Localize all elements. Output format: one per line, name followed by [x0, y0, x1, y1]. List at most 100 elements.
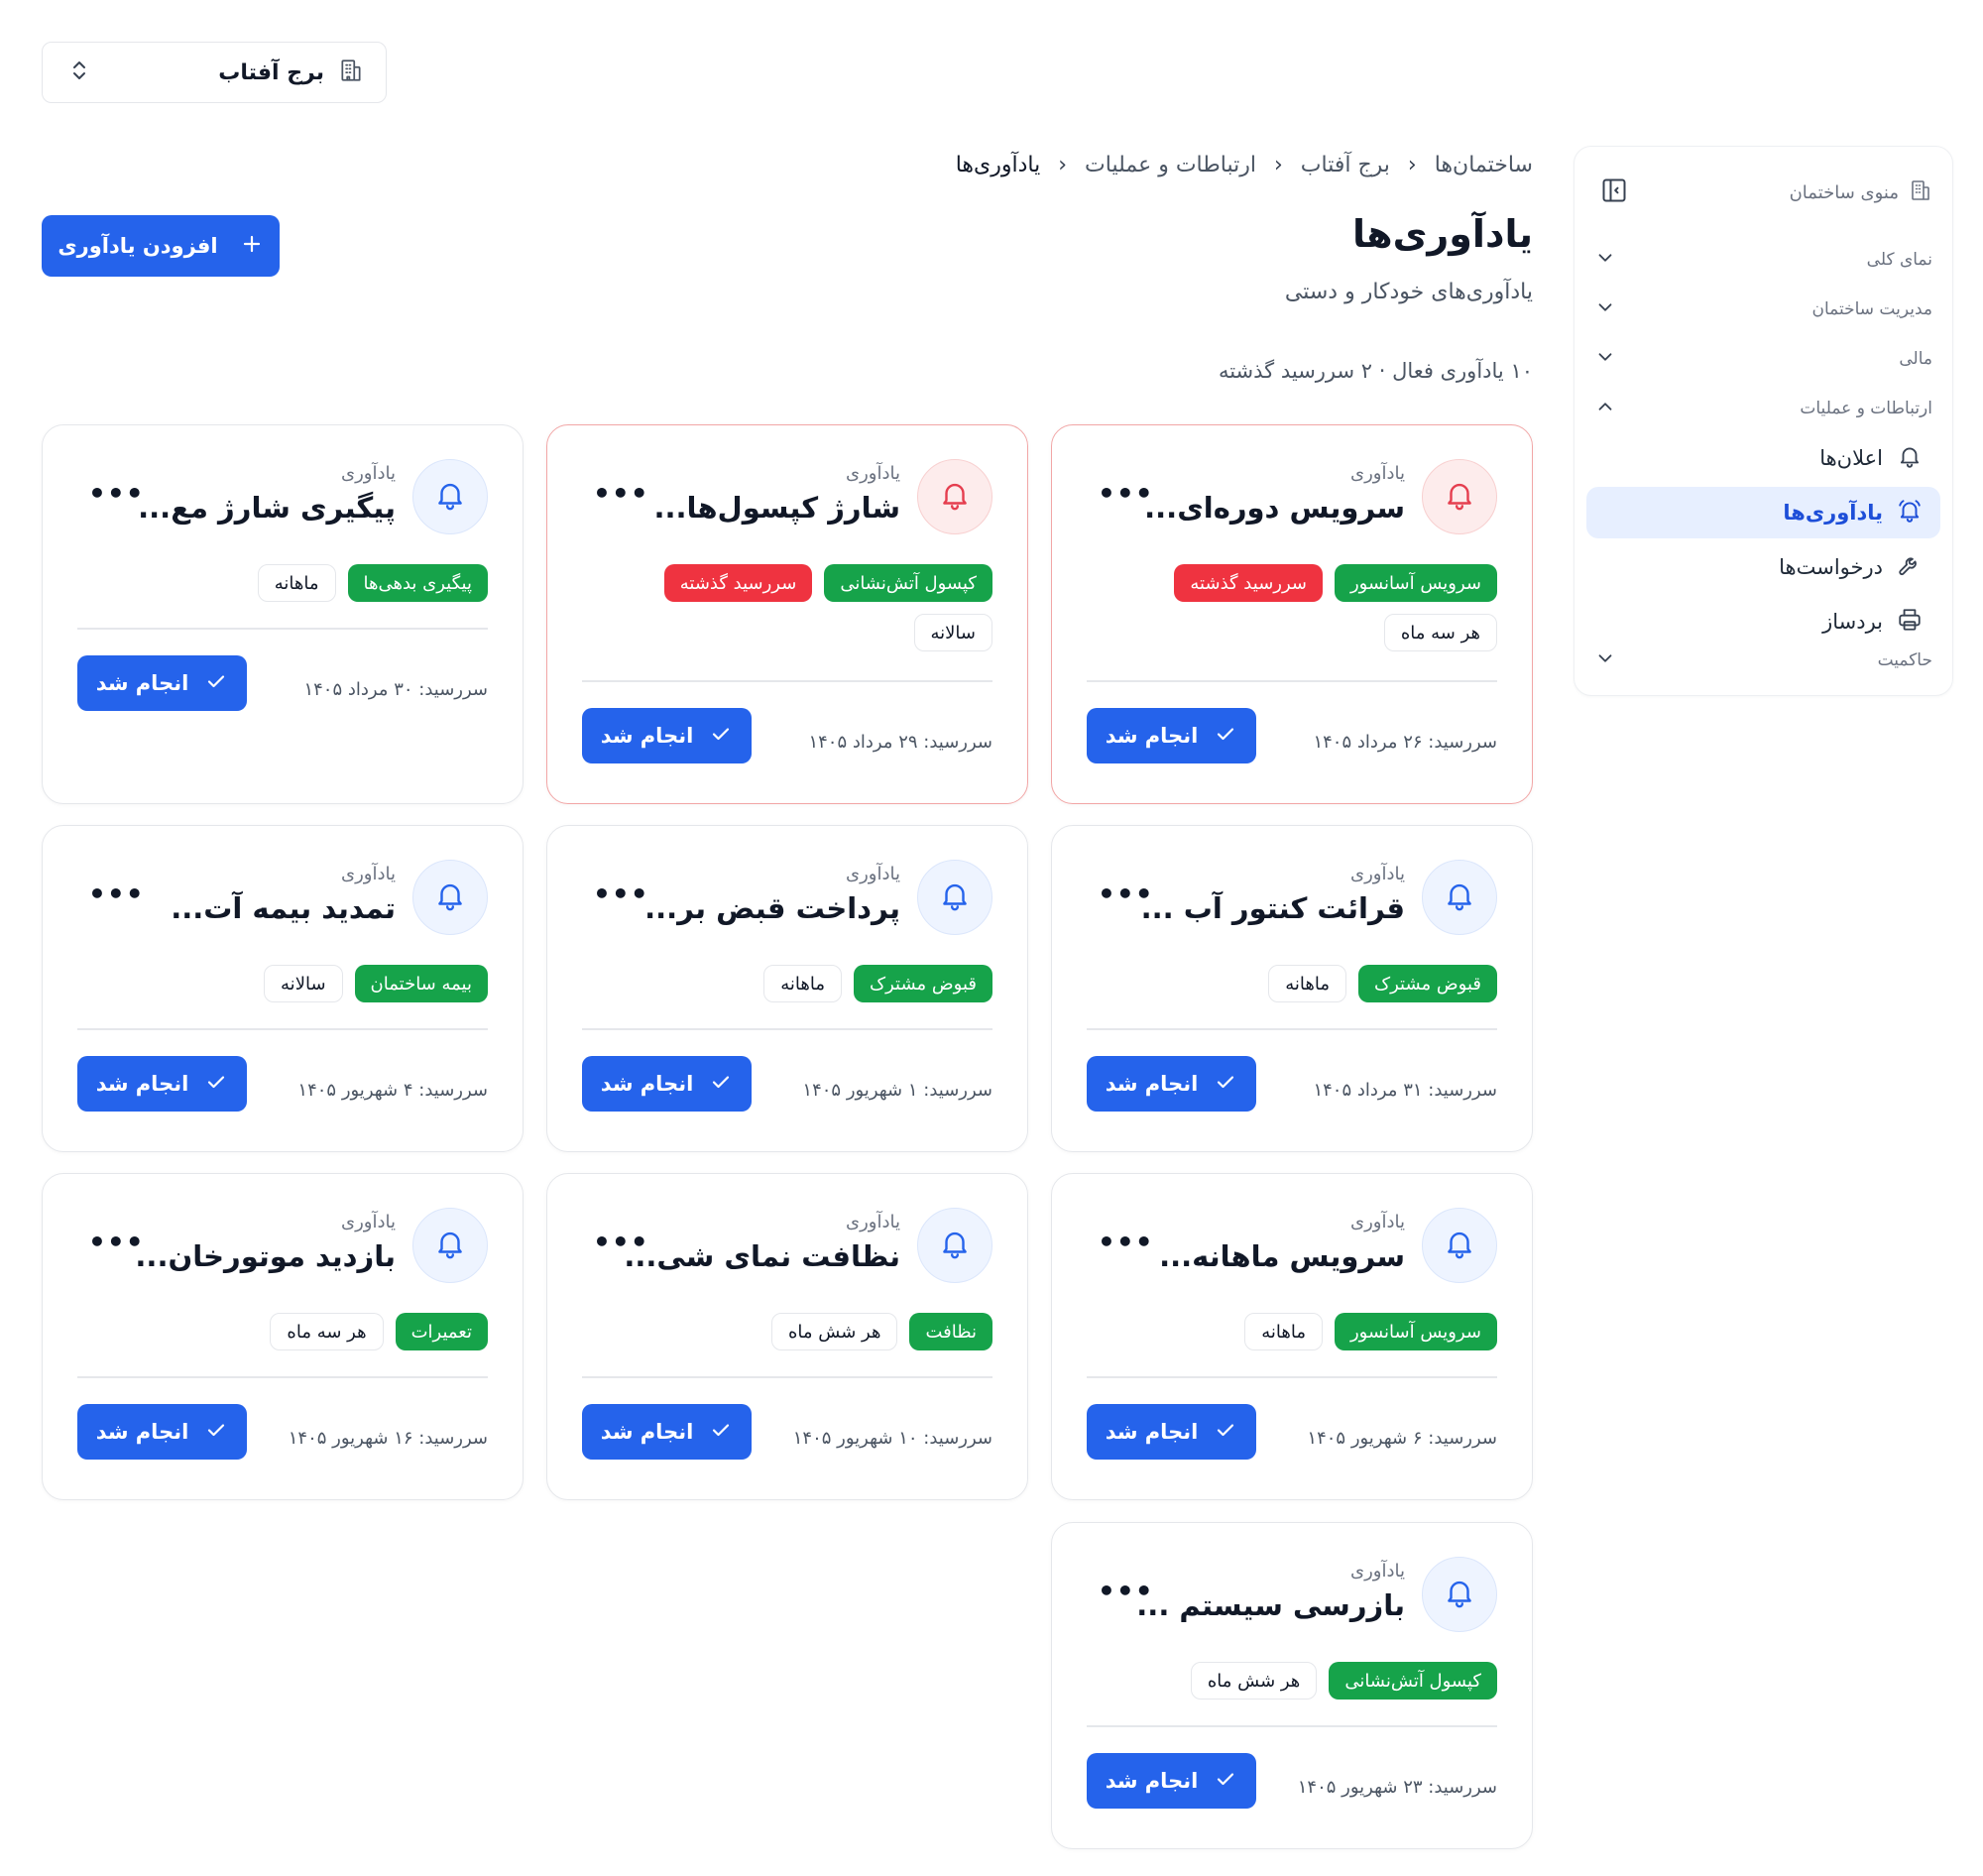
more-options-icon[interactable]: •••: [88, 878, 145, 910]
add-reminder-button[interactable]: افزودن یادآوری: [42, 215, 280, 277]
reminder-tag: نظافت: [909, 1313, 992, 1350]
more-options-icon[interactable]: •••: [593, 878, 649, 910]
sidebar-item-reminders[interactable]: یادآوری‌ها: [1586, 487, 1940, 538]
sidebar-section-label: مدیریت ساختمان: [1811, 299, 1932, 319]
reminder-bell-badge: [917, 1208, 992, 1283]
sidebar-section-communications[interactable]: ارتباطات و عملیات: [1594, 387, 1932, 430]
reminders-grid: یادآوری سرویس دوره‌ای... ••• سرویس آسانسور س…: [42, 424, 1533, 1852]
mark-done-button[interactable]: انجام شد: [582, 708, 752, 763]
more-options-icon[interactable]: •••: [1098, 477, 1154, 510]
mark-done-button[interactable]: انجام شد: [582, 1404, 752, 1460]
more-options-icon[interactable]: •••: [1098, 1575, 1154, 1607]
sidebar-item-label: درخواست‌ها: [1779, 555, 1883, 579]
mark-done-label: انجام شد: [1105, 1769, 1199, 1793]
reminder-card[interactable]: یادآوری نظافت نمای شی... ••• نظافت هر شش ماه…: [546, 1173, 1028, 1500]
reminder-tags: قبوض مشترک ماهانه: [1087, 965, 1497, 1002]
reminder-title: بازرسی سیستم ...: [1136, 1588, 1405, 1622]
chevron-down-icon: [1594, 647, 1616, 673]
mark-done-button[interactable]: انجام شد: [1087, 708, 1256, 763]
more-options-icon[interactable]: •••: [1098, 1226, 1154, 1258]
mark-done-button[interactable]: انجام شد: [1087, 1056, 1256, 1112]
sidebar-item-label: بردساز: [1822, 610, 1883, 634]
reminder-stats: ۱۰ یادآوری فعال · ۲ سررسید گذشته: [1218, 359, 1533, 383]
chevron-down-icon: [1594, 296, 1616, 322]
sidebar-section-label: حاکمیت: [1877, 650, 1932, 670]
reminder-tags: بیمه ساختمان سالانه: [77, 965, 488, 1002]
reminder-card[interactable]: یادآوری پرداخت قبض بر... ••• قبوض مشترک ماها…: [546, 825, 1028, 1152]
reminder-title: پیگیری شارژ مع...: [138, 491, 396, 525]
chevron-left-icon: ‹: [1058, 152, 1068, 177]
card-divider: [77, 1028, 488, 1030]
reminder-title: سرویس ماهانه...: [1159, 1239, 1405, 1273]
more-options-icon[interactable]: •••: [593, 1226, 649, 1258]
reminder-due-date: سررسید: ۲۶ مرداد ۱۴۰۵: [1313, 732, 1497, 753]
bell-icon: [433, 879, 467, 916]
reminder-due-date: سررسید: ۲۹ مرداد ۱۴۰۵: [808, 732, 992, 753]
chevron-down-icon: [1594, 247, 1616, 273]
reminder-kind: یادآوری: [1350, 1561, 1405, 1582]
add-reminder-label: افزودن یادآوری: [58, 234, 218, 258]
chevron-left-icon: ‹: [1273, 152, 1283, 177]
sidebar-collapse-button[interactable]: [1594, 173, 1634, 212]
reminder-card[interactable]: یادآوری سرویس دوره‌ای... ••• سرویس آسانسور س…: [1051, 424, 1533, 804]
breadcrumb-building[interactable]: برج آفتاب: [1301, 153, 1390, 177]
reminder-card[interactable]: یادآوری قرائت کنتور آب ... ••• قبوض مشترک ما…: [1051, 825, 1533, 1152]
reminder-card[interactable]: یادآوری پیگیری شارژ مع... ••• پیگیری بدهی‌ه…: [42, 424, 524, 804]
reminder-tags: تعمیرات هر سه ماه: [77, 1313, 488, 1350]
bell-icon: [1897, 443, 1923, 473]
bell-icon: [938, 1227, 972, 1264]
sidebar-item-announcements[interactable]: اعلان‌ها: [1586, 432, 1940, 484]
reminder-kind: یادآوری: [1350, 463, 1405, 484]
breadcrumb-buildings[interactable]: ساختمان‌ها: [1435, 153, 1533, 177]
mark-done-button[interactable]: انجام شد: [582, 1056, 752, 1112]
breadcrumb-communications[interactable]: ارتباطات و عملیات: [1085, 153, 1256, 177]
reminder-due-date: سررسید: ۳۱ مرداد ۱۴۰۵: [1313, 1080, 1497, 1101]
mark-done-label: انجام شد: [1105, 1072, 1199, 1096]
reminder-tag: کپسول آتش‌نشانی: [824, 564, 992, 602]
reminder-card[interactable]: یادآوری بازرسی سیستم ... ••• کپسول آتش‌نشان…: [1051, 1522, 1533, 1849]
building-selector[interactable]: برج آفتاب: [42, 42, 387, 103]
reminder-title: شارژ کپسول‌ها...: [653, 491, 901, 525]
sidebar-section-governance[interactable]: حاکمیت: [1594, 639, 1932, 682]
sidebar-section-overview[interactable]: نمای کلی: [1594, 238, 1932, 282]
mark-done-button[interactable]: انجام شد: [77, 1056, 247, 1112]
mark-done-label: انجام شد: [600, 1072, 694, 1096]
bell-icon: [1443, 879, 1476, 916]
plus-icon: [240, 232, 264, 261]
card-divider: [1087, 1376, 1497, 1378]
chevron-down-icon: [1594, 346, 1616, 372]
mark-done-label: انجام شد: [95, 1420, 189, 1444]
reminder-card[interactable]: یادآوری سرویس ماهانه... ••• سرویس آسانسور ما…: [1051, 1173, 1533, 1500]
mark-done-button[interactable]: انجام شد: [77, 1404, 247, 1460]
chevron-left-icon: ‹: [1407, 152, 1417, 177]
reminder-bell-badge: [1422, 459, 1497, 534]
reminder-card[interactable]: یادآوری شارژ کپسول‌ها... ••• کپسول آتش‌نشان…: [546, 424, 1028, 804]
mark-done-button[interactable]: انجام شد: [1087, 1753, 1256, 1809]
reminder-kind: یادآوری: [846, 463, 900, 484]
mark-done-button[interactable]: انجام شد: [77, 655, 247, 711]
reminder-tags: کپسول آتش‌نشانی سررسید گذشته سالانه: [582, 564, 992, 651]
sidebar-section-finance[interactable]: مالی: [1594, 337, 1932, 381]
more-options-icon[interactable]: •••: [1098, 878, 1154, 910]
reminder-kind: یادآوری: [1350, 1212, 1405, 1232]
mark-done-button[interactable]: انجام شد: [1087, 1404, 1256, 1460]
reminder-tags: نظافت هر شش ماه: [582, 1313, 992, 1350]
reminder-tag: قبوض مشترک: [854, 965, 992, 1002]
reminder-kind: یادآوری: [341, 1212, 396, 1232]
more-options-icon[interactable]: •••: [88, 477, 145, 510]
check-icon: [204, 1418, 228, 1447]
bell-icon: [938, 879, 972, 916]
mark-done-label: انجام شد: [1105, 1420, 1199, 1444]
reminder-kind: یادآوری: [341, 463, 396, 484]
sidebar-item-requests[interactable]: درخواست‌ها: [1586, 541, 1940, 593]
reminder-card[interactable]: یادآوری بازدید موتورخان... ••• تعمیرات هر سه…: [42, 1173, 524, 1500]
chevron-up-down-icon: [68, 58, 90, 87]
sidebar-section-building-management[interactable]: مدیریت ساختمان: [1594, 288, 1932, 331]
reminder-tag: بیمه ساختمان: [354, 965, 488, 1002]
reminder-tag: هر سه ماه: [1383, 614, 1497, 651]
more-options-icon[interactable]: •••: [593, 477, 649, 510]
more-options-icon[interactable]: •••: [88, 1226, 145, 1258]
reminder-card[interactable]: یادآوری تمدید بیمه آت... ••• بیمه ساختمان سا…: [42, 825, 524, 1152]
reminder-tag: سرویس آسانسور: [1334, 1313, 1497, 1350]
wrench-icon: [1897, 552, 1923, 582]
